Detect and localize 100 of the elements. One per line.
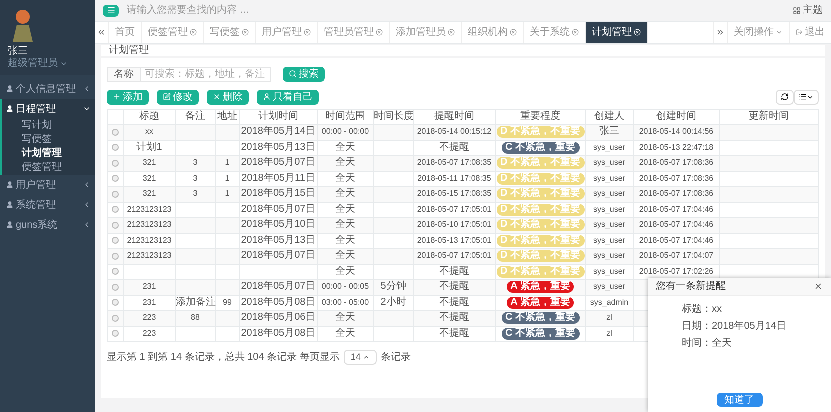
table-cell: 1 <box>225 158 230 168</box>
table-cell: 2018年05月08日 <box>241 328 316 339</box>
submenu-item[interactable]: 便签管理 <box>2 161 95 175</box>
table-cell: 2018年05月07日 <box>241 281 316 292</box>
row-radio[interactable] <box>112 252 119 260</box>
submenu-item[interactable]: 计划管理 <box>2 147 95 161</box>
tab[interactable]: 添加管理员 <box>390 22 462 43</box>
table-cell: 2018-05-07 17:04:46 <box>639 236 714 245</box>
menu-icon <box>106 6 116 15</box>
row-radio[interactable] <box>112 299 119 306</box>
tab[interactable]: 写便签 <box>204 22 256 43</box>
table-cell: 2小时 <box>380 296 406 308</box>
table-cell: 不提醒 <box>440 281 470 292</box>
row-radio[interactable] <box>112 268 119 276</box>
name-search-field[interactable]: 名称 可搜索：标题，地址，备注 <box>107 66 271 82</box>
tab[interactable]: 用户管理 <box>256 22 318 43</box>
row-radio[interactable] <box>112 144 119 152</box>
column-header: 计划时间 <box>258 111 298 122</box>
row-radio[interactable] <box>112 314 119 322</box>
column-header: 备注 <box>186 111 206 122</box>
table-cell: 计划1 <box>136 142 162 153</box>
search-field[interactable]: 请输入您需要查找的内容 … <box>127 3 785 18</box>
row-radio[interactable] <box>112 222 119 229</box>
page-size-select[interactable]: 14 <box>344 350 377 365</box>
table-cell: 2018-05-07 17:04:07 <box>639 251 714 260</box>
user-role-dropdown[interactable]: 超级管理员 <box>8 58 68 70</box>
sidebar-item[interactable]: 用户管理 <box>2 175 95 195</box>
table-cell: 3 <box>193 158 198 168</box>
tab[interactable]: 管理员管理 <box>318 22 390 43</box>
table-cell: 2018年05月08日 <box>241 296 316 308</box>
table-cell: 2018-05-07 17:08:36 <box>639 174 714 183</box>
row-radio[interactable] <box>112 237 119 244</box>
table-cell: 2018年05月10日 <box>241 219 316 230</box>
table-cell: 3 <box>193 189 198 198</box>
table-cell: 2018-05-15 17:08:35 <box>417 189 492 198</box>
tab[interactable]: 便签管理 <box>142 22 204 43</box>
sidebar-item[interactable]: 个人信息管理 <box>2 79 95 99</box>
chevron-down-icon <box>83 105 91 113</box>
table-cell: 2018-05-07 17:05:01 <box>417 251 492 260</box>
table-cell: 2123123123 <box>127 251 172 260</box>
table-cell: sys_user <box>593 174 626 183</box>
caret-icon <box>362 354 370 361</box>
table-cell: 2018年05月07日 <box>241 250 316 262</box>
user-icon <box>6 105 14 113</box>
table-cell: 321 <box>142 158 156 168</box>
close-menu-dropdown[interactable]: 关闭操作 <box>727 22 789 43</box>
submenu-item[interactable]: 写便签 <box>2 133 95 147</box>
table-cell: 03:00 - 05:00 <box>322 298 370 307</box>
table-cell: sys_user <box>593 251 626 260</box>
table-cell: 2018-05-07 17:08:35 <box>417 158 492 168</box>
refresh-button[interactable] <box>776 90 794 104</box>
row-radio[interactable] <box>112 175 119 182</box>
list-icon <box>799 93 807 101</box>
table-cell: 223 <box>142 328 156 338</box>
row-radio[interactable] <box>112 206 119 214</box>
toolbar-button[interactable]: 修改 <box>157 90 199 104</box>
toolbar-button[interactable]: 删除 <box>207 90 249 104</box>
columns-button[interactable] <box>794 90 819 104</box>
importance-badge: C 不紧急，重要 <box>502 142 580 154</box>
table-cell: xx <box>146 127 154 136</box>
chevron-left-icon <box>83 201 91 209</box>
caret-icon <box>776 29 783 36</box>
row-radio[interactable] <box>112 190 119 198</box>
tab[interactable]: 组织机构 <box>462 22 524 43</box>
logout-button[interactable]: 退出 <box>789 22 831 43</box>
theme-button[interactable]: 主题 <box>793 3 823 18</box>
toolbar-button[interactable]: 添加 <box>107 90 149 104</box>
row-radio[interactable] <box>112 160 119 167</box>
table-cell: zl <box>606 328 612 338</box>
toolbar-button[interactable]: 只看自己 <box>257 90 319 104</box>
menu-button[interactable] <box>103 4 119 16</box>
close-button[interactable] <box>814 282 823 291</box>
table-cell: 2018-05-07 17:08:36 <box>639 189 714 198</box>
search-button[interactable]: 搜索 <box>283 66 325 82</box>
table-cell: 全天 <box>336 328 356 339</box>
tab[interactable]: 计划管理 <box>586 22 648 43</box>
user-icon <box>6 181 14 189</box>
table-cell: 321 <box>142 174 156 183</box>
table-cell: 00:00 - 00:00 <box>322 127 370 136</box>
table-cell: 231 <box>142 298 156 307</box>
tab[interactable]: 首页 <box>109 22 142 43</box>
logout-icon <box>796 29 803 36</box>
sidebar-item[interactable]: guns系统 <box>2 215 95 235</box>
table-cell: 2123123123 <box>127 236 172 245</box>
acknowledge-button[interactable]: 知道了 <box>716 393 762 407</box>
table-cell: 2123123123 <box>127 220 172 230</box>
table-cell: 张三 <box>600 126 620 138</box>
importance-badge: D 不紧急，不重要 <box>496 219 584 232</box>
sidebar-item[interactable]: 系统管理 <box>2 195 95 215</box>
row-radio[interactable] <box>112 330 119 338</box>
importance-badge: D 不紧急，不重要 <box>496 204 584 216</box>
table-cell: 223 <box>142 313 156 322</box>
table-cell: sys_user <box>593 266 626 276</box>
dialog-title: 您有一条新提醒 <box>656 280 726 294</box>
row-radio[interactable] <box>112 128 119 136</box>
user-icon <box>6 221 14 229</box>
table-cell: 2018年05月13日 <box>241 142 316 153</box>
submenu-item[interactable]: 写计划 <box>2 119 95 133</box>
sidebar-item[interactable]: 日程管理 <box>2 99 95 119</box>
row-radio[interactable] <box>112 284 119 291</box>
